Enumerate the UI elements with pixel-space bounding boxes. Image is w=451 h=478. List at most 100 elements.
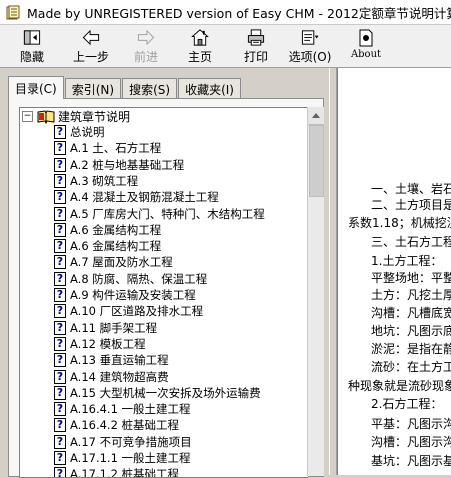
tree-item-label: A.14 建筑物超高费 xyxy=(70,369,169,384)
document-text-line: 种现象就是流砂现象 xyxy=(348,379,451,393)
tree-item-label: A.12 模板工程 xyxy=(70,336,146,351)
tree-item-label: A.17.1.2 桩基础工程 xyxy=(70,467,180,478)
document-text-line: 平基：凡图示沟 xyxy=(371,417,451,431)
tree-scrollbar[interactable] xyxy=(307,107,324,476)
about-label: About xyxy=(350,49,382,60)
about-icon xyxy=(359,29,373,47)
tree-root-label: 建筑章节说明 xyxy=(58,109,131,124)
tree-item[interactable]: ? A.7 屋面及防水工程 xyxy=(54,254,173,270)
tree-item-label: A.5 厂库房大门、特种门、木结构工程 xyxy=(70,206,265,221)
tree-item[interactable]: ? A.13 垂直运输工程 xyxy=(54,352,169,368)
help-topic-icon: ? xyxy=(54,418,66,433)
tree-item[interactable]: ? A.15 大型机械一次安拆及场外运输费 xyxy=(54,385,261,401)
help-topic-icon: ? xyxy=(54,320,66,335)
tree-item[interactable]: ? A.1 土、石方工程 xyxy=(54,140,161,156)
tab-favorites[interactable]: 收藏夹(I) xyxy=(178,78,241,99)
help-topic-icon: ? xyxy=(54,288,66,302)
help-topic-icon: ? xyxy=(54,157,66,172)
tab-contents[interactable]: 目录(C) xyxy=(8,76,64,99)
document-text-line: 一、土壤、岩石 xyxy=(371,182,451,196)
back-button[interactable]: 上一步 xyxy=(70,27,112,65)
tree-item-label: A.15 大型机械一次安拆及场外运输费 xyxy=(70,385,261,400)
help-topic-icon: ? xyxy=(54,369,66,384)
help-topic-icon: ? xyxy=(54,125,66,139)
help-topic-icon: ? xyxy=(54,467,66,477)
tree-item[interactable]: ? A.9 构件运输及安装工程 xyxy=(54,287,196,303)
help-topic-icon: ? xyxy=(54,255,66,270)
tree-item-label: A.16.4.1 一般土建工程 xyxy=(70,402,191,417)
contents-tree: − 建筑章节说明 ? 总说明? A.1 土、石方工程? A.2 桩与地基基础工程? A.… xyxy=(19,107,308,478)
tree-item-label: A.9 构件运输及安装工程 xyxy=(70,288,196,302)
tree-item[interactable]: ? A.17.1.1 一般土建工程 xyxy=(54,450,191,466)
tree-item[interactable]: ? A.3 砌筑工程 xyxy=(54,173,138,189)
help-topic-icon: ? xyxy=(54,434,66,449)
tree-item[interactable]: ? A.14 建筑物超高费 xyxy=(54,369,169,385)
forward-label: 前进 xyxy=(133,50,158,64)
tree-item-label: A.10 厂区道路及排水工程 xyxy=(70,304,204,319)
document-text-line: 1.土方工程： xyxy=(371,254,443,268)
print-button[interactable]: 打印 xyxy=(238,27,274,65)
help-topic-icon: ? xyxy=(54,239,66,254)
tree-item-label: A.13 垂直运输工程 xyxy=(70,353,169,368)
home-button[interactable]: 主页 xyxy=(182,27,218,65)
document-text-line: 系数1.18；机械挖湿 xyxy=(348,216,451,230)
home-label: 主页 xyxy=(187,50,212,64)
tab-search[interactable]: 搜索(S) xyxy=(122,78,178,99)
tree-item[interactable]: ? A.4 混凝土及钢筋混凝土工程 xyxy=(54,189,219,205)
tree-item-label: A.17.1.1 一般土建工程 xyxy=(70,451,191,465)
scroll-up-arrow-icon[interactable] xyxy=(308,107,324,125)
forward-arrow-icon xyxy=(137,29,155,46)
pane-splitter[interactable] xyxy=(329,68,337,475)
document-text-line: 地坑：凡图示底 xyxy=(371,324,451,338)
document-text-line: 土方：凡挖土厚 xyxy=(371,288,451,302)
document-text-line: 流砂：在土方工 xyxy=(371,360,451,374)
tree-item[interactable]: ? A.16.4.2 桩基础工程 xyxy=(54,417,179,433)
tree-item[interactable]: ? A.11 脚手架工程 xyxy=(54,320,157,336)
help-topic-icon: ? xyxy=(54,141,66,156)
document-text-line: 平整场地：平整 xyxy=(371,271,451,285)
back-label: 上一步 xyxy=(72,50,109,64)
help-topic-icon: ? xyxy=(54,402,66,417)
about-button[interactable]: About xyxy=(346,27,386,65)
tree-item[interactable]: ? A.16.4.1 一般土建工程 xyxy=(54,401,191,417)
back-arrow-icon xyxy=(82,29,100,46)
tree-item-label: A.2 桩与地基基础工程 xyxy=(70,157,185,172)
help-topic-icon: ? xyxy=(54,222,66,237)
window-title: Made by UNREGISTERED version of Easy CHM… xyxy=(27,5,451,21)
tree-item-label: A.7 屋面及防水工程 xyxy=(70,255,173,270)
tab-index[interactable]: 索引(N) xyxy=(64,78,122,99)
hide-icon xyxy=(23,30,41,45)
tree-item[interactable]: ? A.12 模板工程 xyxy=(54,336,146,352)
document-text-line: 三、土石方工程 xyxy=(371,235,451,249)
tree-root[interactable]: − 建筑章节说明 xyxy=(22,108,130,124)
options-button[interactable]: 选项(O) xyxy=(288,27,332,65)
help-topic-icon: ? xyxy=(54,271,66,286)
tree-item-label: A.1 土、石方工程 xyxy=(70,141,162,156)
document-text-line: 淤泥：是指在静 xyxy=(371,342,451,356)
home-icon xyxy=(191,29,209,46)
forward-button[interactable]: 前进 xyxy=(128,27,164,65)
scroll-thumb[interactable] xyxy=(309,125,324,197)
tree-item[interactable]: ? A.17.1.2 桩基础工程 xyxy=(54,466,180,478)
contents-panel: − 建筑章节说明 ? 总说明? A.1 土、石方工程? A.2 桩与地基基础工程? A.… xyxy=(8,98,324,478)
tree-item[interactable]: ? A.6 金属结构工程 xyxy=(54,222,161,238)
hide-button[interactable]: 隐藏 xyxy=(14,27,50,65)
help-topic-icon: ? xyxy=(54,173,66,188)
tree-item[interactable]: ? A.17 不可竞争措施项目 xyxy=(54,434,192,450)
open-book-icon xyxy=(37,109,55,124)
collapse-icon[interactable]: − xyxy=(22,110,33,122)
options-icon xyxy=(301,30,319,45)
tree-item-label: A.16.4.2 桩基础工程 xyxy=(70,418,180,433)
tree-item[interactable]: ? A.5 厂库房大门、特种门、木结构工程 xyxy=(54,206,265,222)
tree-item-label: A.17 不可竞争措施项目 xyxy=(70,434,192,449)
tree-item[interactable]: ? A.10 厂区道路及排水工程 xyxy=(54,303,203,319)
tree-item[interactable]: ? A.8 防腐、隔热、保温工程 xyxy=(54,271,207,287)
tree-item[interactable]: ? A.6 金属结构工程 xyxy=(54,238,161,254)
content-pane[interactable]: 一、土壤、岩石 二、土方项目是 系数1.18；机械挖湿 三、土石方工程 1.土方工程： 平… xyxy=(337,68,451,475)
navigation-tabs: 目录(C) 索引(N) 搜索(S) 收藏夹(I) xyxy=(8,76,242,99)
document-text-line: 沟槽：凡图示沟 xyxy=(371,435,451,449)
tree-item[interactable]: ? 总说明 xyxy=(54,124,105,140)
tree-item-label: A.3 砌筑工程 xyxy=(70,173,139,188)
tree-item-label: A.6 金属结构工程 xyxy=(70,222,162,237)
tree-item[interactable]: ? A.2 桩与地基基础工程 xyxy=(54,157,184,173)
